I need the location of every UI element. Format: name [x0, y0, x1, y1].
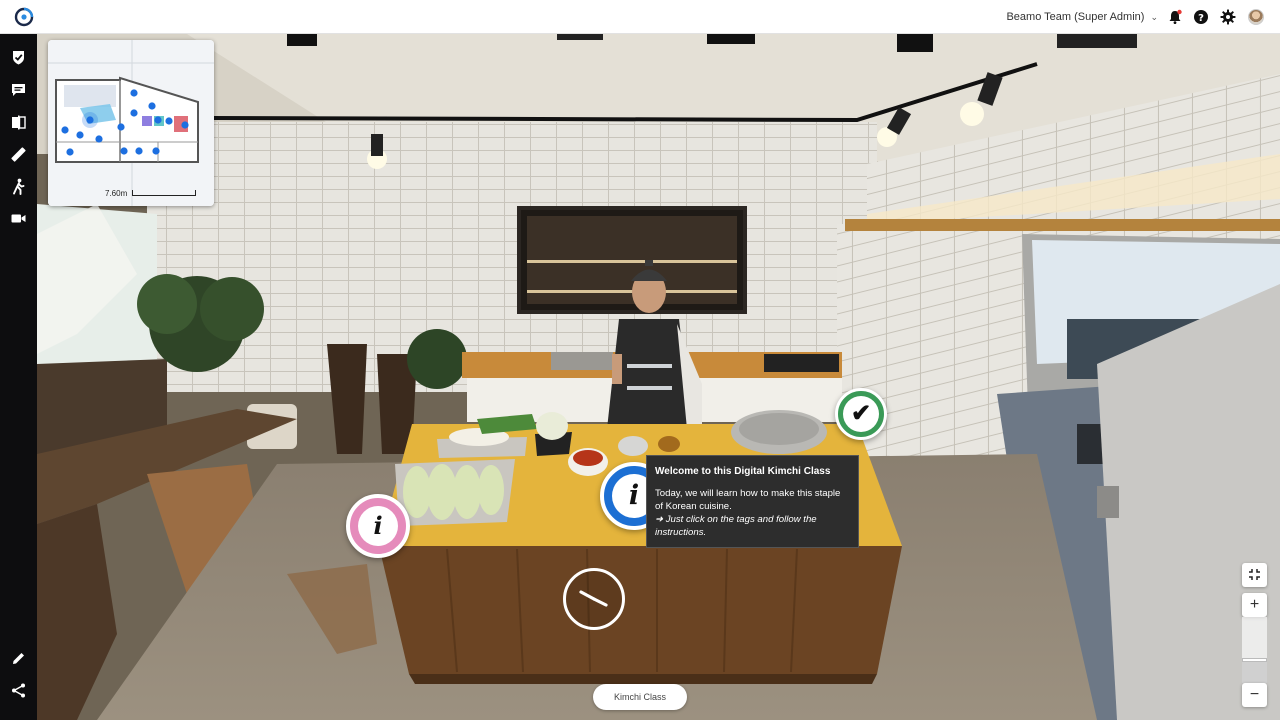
minimap-scale-label: 7.60m — [105, 189, 128, 198]
pencil-icon[interactable] — [10, 650, 27, 667]
beamo-logo-icon[interactable] — [14, 7, 34, 27]
floor-plan-image — [48, 40, 214, 206]
gear-icon[interactable] — [1220, 9, 1236, 25]
zoom-slider-handle[interactable] — [1242, 658, 1267, 662]
measure-ruler-icon[interactable] — [10, 146, 27, 163]
floor-plan-minimap[interactable]: 7.60m — [48, 40, 214, 206]
scene-label[interactable]: Kimchi Class — [593, 684, 687, 710]
svg-text:?: ? — [1198, 13, 1204, 24]
clock-icon — [579, 590, 608, 607]
info-icon: i — [358, 506, 398, 546]
bell-icon[interactable] — [1167, 9, 1183, 25]
tooltip-note: ➜ Just click on the tags and follow the … — [655, 514, 817, 538]
checkmark-tag[interactable]: ✔ — [835, 388, 887, 440]
team-selector[interactable]: Beamo Team (Super Admin) ⌄ — [1006, 11, 1158, 23]
video-icon[interactable] — [10, 210, 27, 227]
share-icon[interactable] — [10, 682, 27, 699]
tooltip-title: Welcome to this Digital Kimchi Class — [655, 466, 831, 477]
panorama-viewer[interactable] — [37, 34, 1280, 720]
minimap-scale-bar — [132, 190, 196, 196]
tooltip-body: Today, we will learn how to make this st… — [655, 488, 841, 512]
checkbox-shield-icon[interactable] — [10, 49, 27, 66]
zoom-out-button[interactable]: − — [1242, 683, 1267, 707]
chevron-down-icon: ⌄ — [1150, 12, 1158, 22]
zoom-slider[interactable] — [1242, 617, 1267, 683]
plus-icon: + — [1249, 596, 1260, 613]
zoom-slider-fill — [1242, 660, 1267, 683]
kitchen-panorama-image — [37, 34, 1280, 720]
walk-person-icon[interactable] — [10, 178, 27, 195]
checkmark-icon: ✔ — [843, 396, 879, 432]
zoom-in-button[interactable]: + — [1242, 593, 1267, 617]
info-tag-pink[interactable]: i — [346, 494, 410, 558]
top-bar: Beamo Team (Super Admin) ⌄ ? — [0, 0, 1280, 34]
left-toolbar — [0, 34, 37, 720]
compare-icon[interactable] — [10, 114, 27, 131]
avatar[interactable] — [1248, 9, 1264, 25]
collapse-icon — [1249, 569, 1260, 580]
fullscreen-button[interactable] — [1242, 563, 1267, 587]
team-label: Beamo Team (Super Admin) — [1006, 11, 1145, 23]
minus-icon: − — [1249, 686, 1260, 703]
help-icon[interactable]: ? — [1193, 9, 1209, 25]
tag-tooltip: Welcome to this Digital Kimchi Class Tod… — [646, 455, 859, 548]
comment-icon[interactable] — [10, 81, 27, 98]
clock-tag[interactable] — [563, 568, 625, 630]
